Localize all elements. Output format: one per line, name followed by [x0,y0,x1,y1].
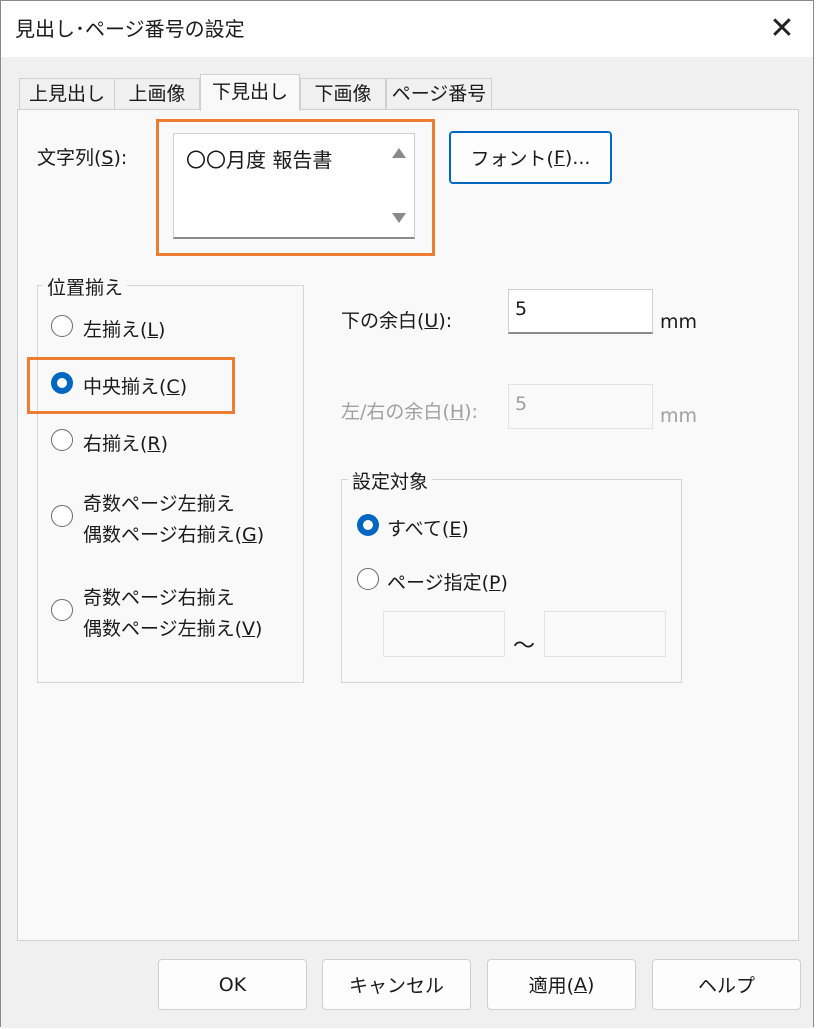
apply-button[interactable]: 適用(A) [487,959,636,1010]
page-setup-dialog: 見出し･ページ番号の設定 ✕ 上見出し 上画像 下見出し 下画像 ページ番号 文… [0,0,814,1028]
page-to-input[interactable] [544,611,666,657]
radio-odd-right-even-left[interactable] [51,599,73,621]
align-right-label: 右揃え(R) [83,433,169,455]
target-group-title: 設定対象 [348,467,433,494]
target-page-label: ページ指定(P) [387,572,508,594]
radio-align-left[interactable] [51,315,73,337]
page-from-input[interactable] [383,611,505,657]
target-all-label: すべて(E) [387,518,469,540]
bottom-margin-input[interactable]: 5 [508,289,653,334]
cancel-button[interactable]: キャンセル [322,959,471,1010]
alignment-group-title: 位置揃え [43,273,128,300]
highlight-center-box [27,357,235,414]
string-label: 文字列(S): [37,147,128,169]
highlight-string-box [156,119,435,256]
bottom-margin-label: 下の余白(U): [341,310,453,332]
font-button[interactable]: フォント(F)... [449,131,612,184]
close-button[interactable]: ✕ [759,5,805,51]
tab-top-image[interactable]: 上画像 [114,78,200,110]
side-margin-unit: mm [660,405,698,427]
ok-button[interactable]: OK [158,959,307,1010]
radio-odd-left-even-right[interactable] [51,505,73,527]
window-title: 見出し･ページ番号の設定 [15,17,245,41]
radio-align-right[interactable] [51,429,73,451]
odd-left-label: 奇数ページ左揃え [83,493,235,515]
odd-right-label: 奇数ページ右揃え [83,587,235,609]
side-margin-label: 左/右の余白(H): [341,401,478,423]
align-left-label: 左揃え(L) [83,319,166,341]
bottom-margin-unit: mm [660,311,698,333]
tab-bottom-header[interactable]: 下見出し [200,74,300,111]
tab-bottom-image[interactable]: 下画像 [300,78,386,110]
range-separator: ～ [513,634,536,659]
radio-target-all[interactable] [357,514,379,536]
radio-target-page[interactable] [357,568,379,590]
side-margin-input[interactable]: 5 [508,384,653,429]
close-icon: ✕ [769,10,795,46]
title-bar: 見出し･ページ番号の設定 ✕ [1,1,813,57]
tab-page-number[interactable]: ページ番号 [386,78,492,110]
even-right-label: 偶数ページ右揃え(G) [83,524,265,546]
even-left-label: 偶数ページ左揃え(V) [83,618,263,640]
help-button[interactable]: ヘルプ [652,959,801,1010]
tab-top-header[interactable]: 上見出し [19,78,115,110]
